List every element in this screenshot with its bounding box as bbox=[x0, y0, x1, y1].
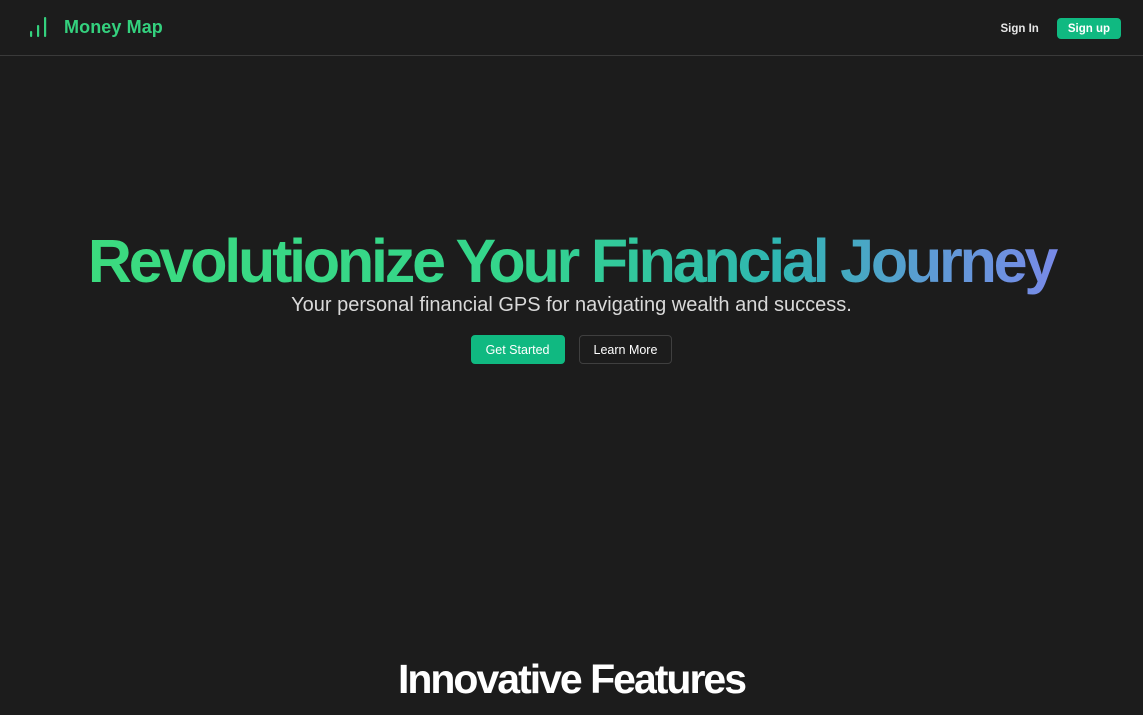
sign-up-button[interactable]: Sign up bbox=[1056, 18, 1121, 39]
sign-in-link[interactable]: Sign In bbox=[1000, 23, 1038, 35]
get-started-button[interactable]: Get Started bbox=[470, 335, 565, 364]
features-heading: Innovative Features bbox=[397, 656, 747, 702]
hero-section: Revolutionize Your Financial Journey You… bbox=[0, 220, 1143, 364]
brand-name: Money Map bbox=[64, 16, 163, 37]
landing-page: Money Map Sign In Sign up Revolutionize … bbox=[0, 0, 1143, 715]
bar-chart-icon bbox=[30, 17, 47, 37]
nav-actions: Sign In Sign up bbox=[1000, 18, 1121, 39]
top-navbar: Money Map Sign In Sign up bbox=[0, 0, 1143, 56]
learn-more-button[interactable]: Learn More bbox=[578, 335, 673, 364]
hero-title: Revolutionize Your Financial Journey bbox=[0, 220, 1143, 302]
brand-logo-link[interactable]: Money Map bbox=[28, 16, 163, 38]
hero-actions: Get Started Learn More bbox=[0, 335, 1143, 364]
